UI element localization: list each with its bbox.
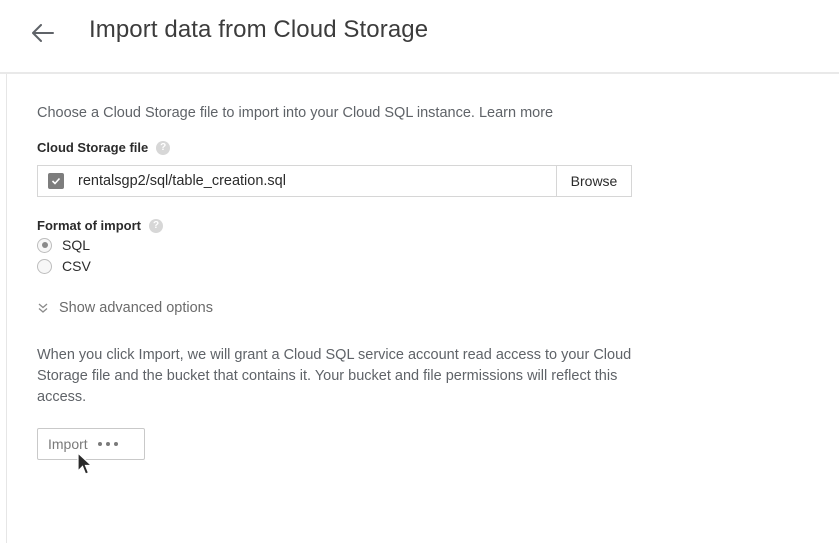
- intro-description: Choose a Cloud Storage file to import in…: [37, 105, 475, 121]
- cloud-storage-file-label-text: Cloud Storage file: [37, 140, 149, 155]
- help-icon[interactable]: ?: [156, 140, 171, 155]
- loading-dots-icon: [97, 442, 118, 446]
- learn-more-link[interactable]: Learn more: [479, 105, 553, 121]
- help-icon[interactable]: ?: [149, 218, 163, 233]
- browse-button[interactable]: Browse: [556, 166, 631, 196]
- format-of-import-label-text: Format of import: [37, 218, 141, 233]
- left-divider: [6, 0, 7, 543]
- show-advanced-options-label: Show advanced options: [59, 300, 213, 316]
- format-option-csv[interactable]: CSV: [37, 258, 91, 274]
- format-of-import-label: Format of import ?: [37, 218, 163, 233]
- file-path-value: rentalsgp2/sql/table_creation.sql: [78, 173, 286, 189]
- page-title: Import data from Cloud Storage: [89, 16, 429, 43]
- format-option-sql-label: SQL: [62, 237, 91, 253]
- show-advanced-options-toggle[interactable]: Show advanced options: [37, 300, 213, 316]
- chevron-double-down-icon: [38, 303, 48, 313]
- page-header: Import data from Cloud Storage: [0, 0, 839, 74]
- import-button-label: Import: [48, 436, 88, 452]
- format-option-csv-label: CSV: [62, 258, 91, 274]
- file-checkbox-icon: [48, 173, 64, 189]
- permissions-notice: When you click Import, we will grant a C…: [37, 347, 632, 405]
- back-button[interactable]: [26, 17, 60, 49]
- mouse-pointer-icon: [77, 452, 94, 475]
- format-option-sql[interactable]: SQL: [37, 237, 90, 253]
- radio-unchecked-icon[interactable]: [37, 258, 52, 274]
- arrow-left-icon: [32, 24, 54, 42]
- cloud-storage-file-input[interactable]: rentalsgp2/sql/table_creation.sql Browse: [37, 165, 632, 197]
- cloud-storage-file-label: Cloud Storage file ?: [37, 140, 171, 155]
- intro-text: Choose a Cloud Storage file to import in…: [37, 105, 553, 121]
- radio-checked-icon[interactable]: [37, 237, 52, 253]
